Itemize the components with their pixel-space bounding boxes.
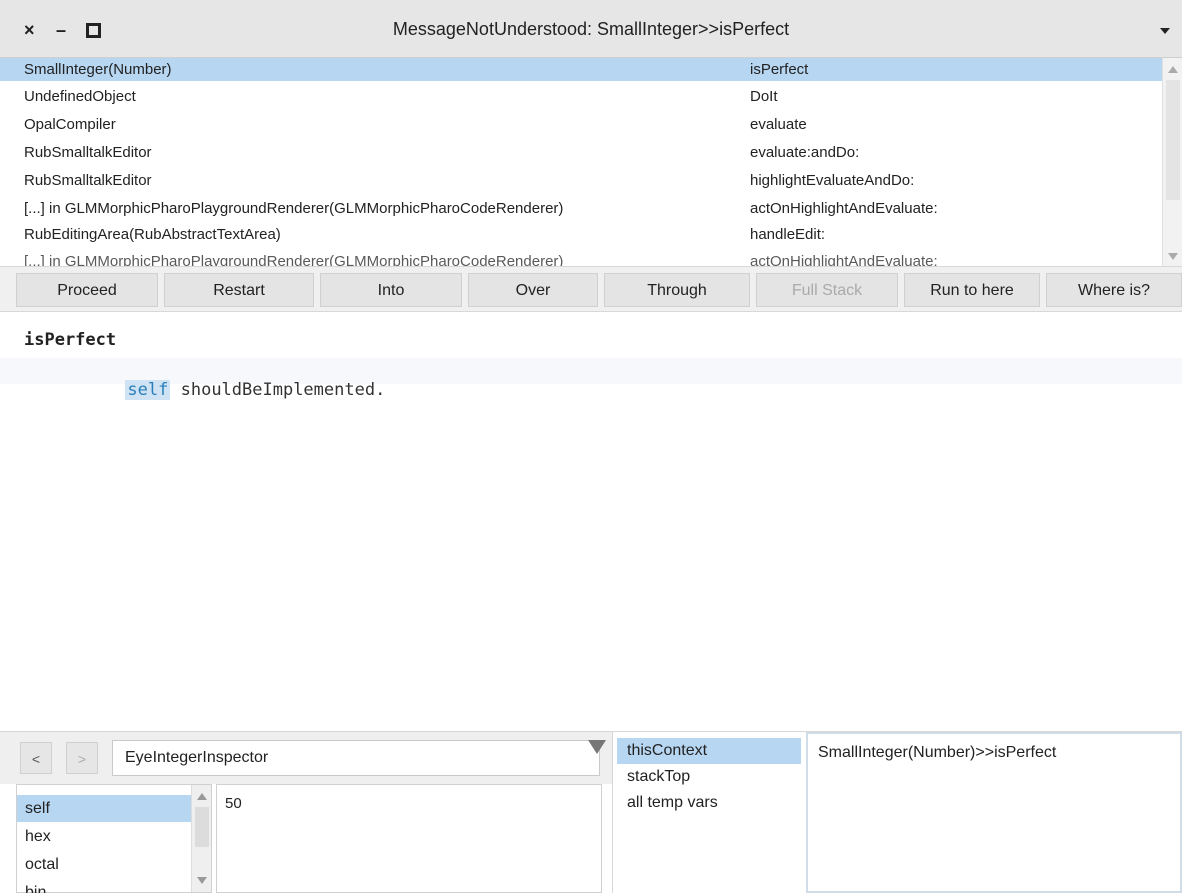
through-button[interactable]: Through: [604, 273, 750, 307]
context-value: SmallInteger(Number)>>isPerfect: [818, 744, 1057, 761]
list-item[interactable]: bin: [17, 879, 193, 893]
window-menu-icon[interactable]: [1160, 28, 1170, 34]
fields-scrollbar[interactable]: [191, 785, 211, 892]
code-editor[interactable]: isPerfect self shouldBeImplemented.: [0, 312, 1182, 732]
code-line: self shouldBeImplemented.: [0, 358, 1182, 400]
stack-row-selector: highlightEvaluateAndDo:: [750, 172, 915, 189]
inspector-value-pane[interactable]: 50: [216, 784, 602, 893]
stack-row-class: RubSmalltalkEditor: [24, 144, 152, 161]
stack-row-selector: evaluate:andDo:: [750, 144, 860, 161]
stack-row-class: UndefinedObject: [24, 88, 136, 105]
stack-row-class: [...] in GLMMorphicPharoPlaygroundRender…: [24, 200, 564, 217]
full-stack-button[interactable]: Full Stack: [756, 273, 898, 307]
window-titlebar: × – MessageNotUnderstood: SmallInteger>>…: [0, 0, 1182, 58]
forward-button[interactable]: >: [66, 742, 98, 774]
run-to-here-button[interactable]: Run to here: [904, 273, 1040, 307]
stack-row-class: SmallInteger(Number): [24, 61, 172, 78]
method-name: isPerfect: [24, 330, 117, 350]
context-value-pane[interactable]: SmallInteger(Number)>>isPerfect: [806, 732, 1182, 893]
scroll-down-arrow-icon[interactable]: [197, 877, 207, 884]
list-item[interactable]: self: [17, 795, 193, 822]
stack-row-selector: actOnHighlightAndEvaluate:: [750, 200, 938, 217]
stack-row-class: [...] in GLMMorphicPharoPlaygroundRender…: [24, 253, 564, 266]
context-list[interactable]: thisContext stackTop all temp vars: [612, 732, 802, 893]
stack-row[interactable]: [...] in GLMMorphicPharoPlaygroundRender…: [0, 250, 1162, 266]
inspector-value: 50: [225, 795, 242, 812]
stack-row[interactable]: RubSmalltalkEditor highlightEvaluateAndD…: [0, 169, 1162, 192]
code-statement: shouldBeImplemented.: [170, 380, 386, 400]
proceed-button[interactable]: Proceed: [16, 273, 158, 307]
stack-row[interactable]: SmallInteger(Number) isPerfect: [0, 58, 1162, 81]
stack-row[interactable]: RubSmalltalkEditor evaluate:andDo:: [0, 141, 1162, 164]
where-is-button[interactable]: Where is?: [1046, 273, 1182, 307]
scroll-thumb[interactable]: [195, 807, 209, 847]
stack-row-selector: evaluate: [750, 116, 807, 133]
code-keyword: self: [125, 380, 171, 400]
stack-row-class: OpalCompiler: [24, 116, 116, 133]
scroll-thumb[interactable]: [1166, 80, 1180, 200]
stack-scrollbar[interactable]: [1162, 58, 1182, 266]
stack-row[interactable]: [...] in GLMMorphicPharoPlaygroundRender…: [0, 197, 1162, 220]
list-item[interactable]: all temp vars: [617, 790, 801, 816]
stack-row-selector: DoIt: [750, 88, 778, 105]
dropdown-arrow-icon[interactable]: [588, 740, 606, 754]
restart-button[interactable]: Restart: [164, 273, 314, 307]
list-item[interactable]: thisContext: [617, 738, 801, 764]
debugger-toolbar: Proceed Restart Into Over Through Full S…: [0, 266, 1182, 312]
scroll-up-arrow-icon[interactable]: [1168, 66, 1178, 73]
inspector-fields-list[interactable]: self hex octal bin: [16, 784, 212, 893]
into-button[interactable]: Into: [320, 273, 462, 307]
stack-row[interactable]: OpalCompiler evaluate: [0, 113, 1162, 136]
stack-row-selector: actOnHighlightAndEvaluate:: [750, 253, 938, 266]
list-item[interactable]: octal: [17, 851, 193, 878]
scroll-up-arrow-icon[interactable]: [197, 793, 207, 800]
stack-row[interactable]: UndefinedObject DoIt: [0, 85, 1162, 108]
stack-row[interactable]: RubEditingArea(RubAbstractTextArea) hand…: [0, 223, 1162, 246]
window-title: MessageNotUnderstood: SmallInteger>>isPe…: [392, 19, 790, 39]
stack-row-class: RubEditingArea(RubAbstractTextArea): [24, 226, 281, 243]
stack-row-class: RubSmalltalkEditor: [24, 172, 152, 189]
back-button[interactable]: <: [20, 742, 52, 774]
inspector-name: EyeIntegerInspector: [125, 749, 269, 766]
list-item[interactable]: stackTop: [617, 764, 801, 790]
list-item[interactable]: hex: [17, 823, 193, 850]
stack-row-selector: isPerfect: [750, 61, 809, 78]
over-button[interactable]: Over: [468, 273, 598, 307]
scroll-down-arrow-icon[interactable]: [1168, 253, 1178, 260]
inspector-selector[interactable]: EyeIntegerInspector: [112, 740, 600, 776]
inspector-header: < > EyeIntegerInspector: [0, 732, 612, 784]
stack-row-selector: handleEdit:: [750, 226, 826, 243]
stack-list[interactable]: SmallInteger(Number) isPerfect Undefined…: [0, 58, 1182, 266]
